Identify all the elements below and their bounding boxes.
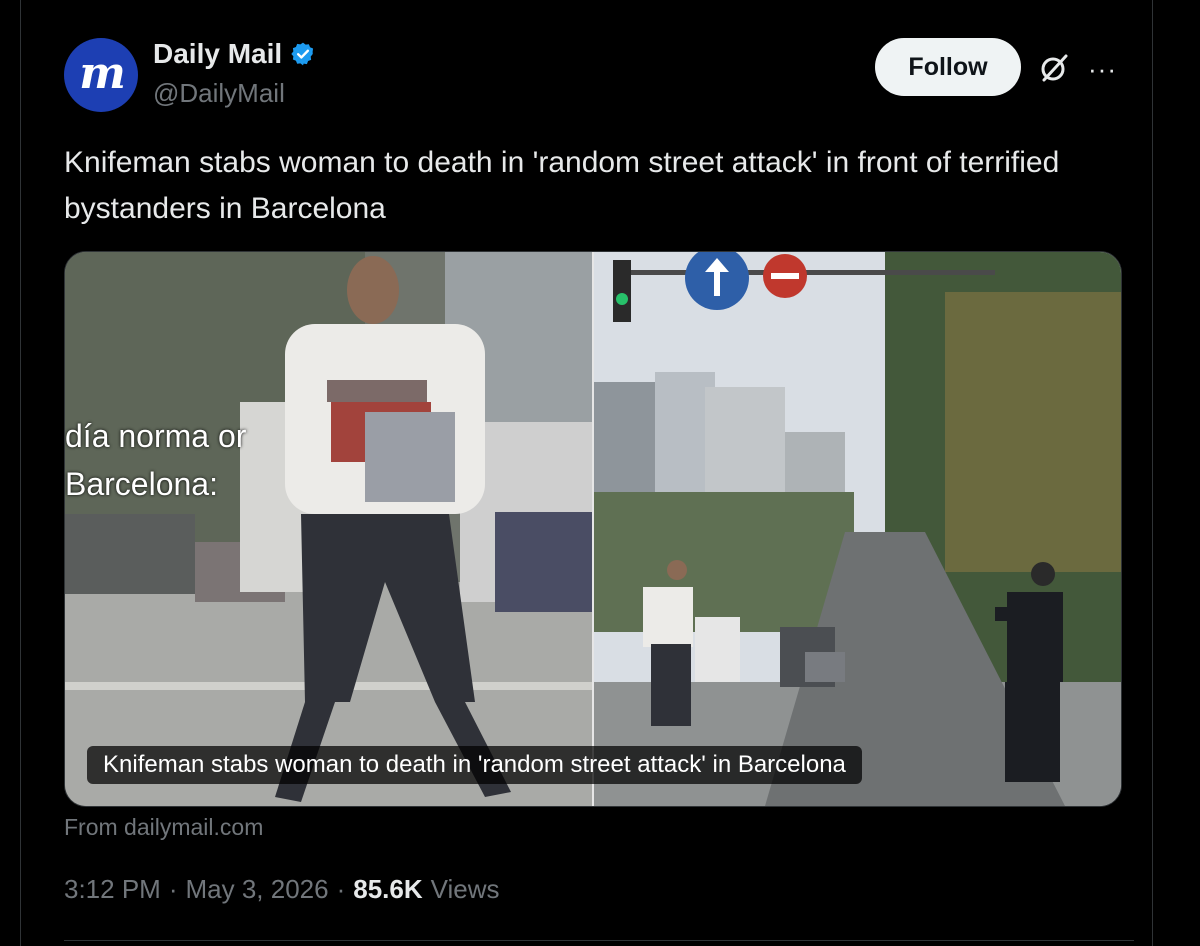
- follow-button[interactable]: Follow: [875, 38, 1021, 96]
- meta-separator: ·: [336, 874, 346, 904]
- post-time[interactable]: 3:12 PM: [64, 874, 161, 905]
- post-date[interactable]: May 3, 2026: [186, 874, 329, 905]
- more-options-icon[interactable]: ···: [1088, 54, 1117, 85]
- media-caption: Knifeman stabs woman to death in 'random…: [87, 746, 862, 784]
- views-count: 85.6K: [353, 874, 423, 904]
- frame-border-left: [20, 0, 21, 946]
- avatar[interactable]: m: [64, 38, 138, 112]
- divider: [64, 940, 1134, 941]
- avatar-logo: m: [79, 47, 126, 99]
- views-label: Views: [430, 874, 500, 904]
- account-name[interactable]: Daily Mail: [153, 38, 282, 70]
- post-metadata: 3:12 PM · May 3, 2026 · 85.6K Views: [64, 874, 500, 905]
- post-text: Knifeman stabs woman to death in 'random…: [64, 146, 1060, 225]
- account-handle[interactable]: @DailyMail: [153, 78, 285, 109]
- link-source[interactable]: From dailymail.com: [64, 814, 263, 841]
- video-overlay-text-line2: Barcelona:: [65, 466, 218, 502]
- video-thumbnail: [65, 252, 1121, 806]
- verified-badge-icon: [290, 41, 316, 67]
- account-name-row: Daily Mail: [153, 38, 316, 70]
- post-media[interactable]: día norma or Barcelona: Knifeman stabs w…: [64, 251, 1122, 807]
- grok-icon[interactable]: [1036, 50, 1072, 86]
- video-overlay-text-line1: día norma or: [65, 418, 247, 454]
- meta-separator: ·: [168, 874, 178, 904]
- frame-border-right: [1152, 0, 1153, 946]
